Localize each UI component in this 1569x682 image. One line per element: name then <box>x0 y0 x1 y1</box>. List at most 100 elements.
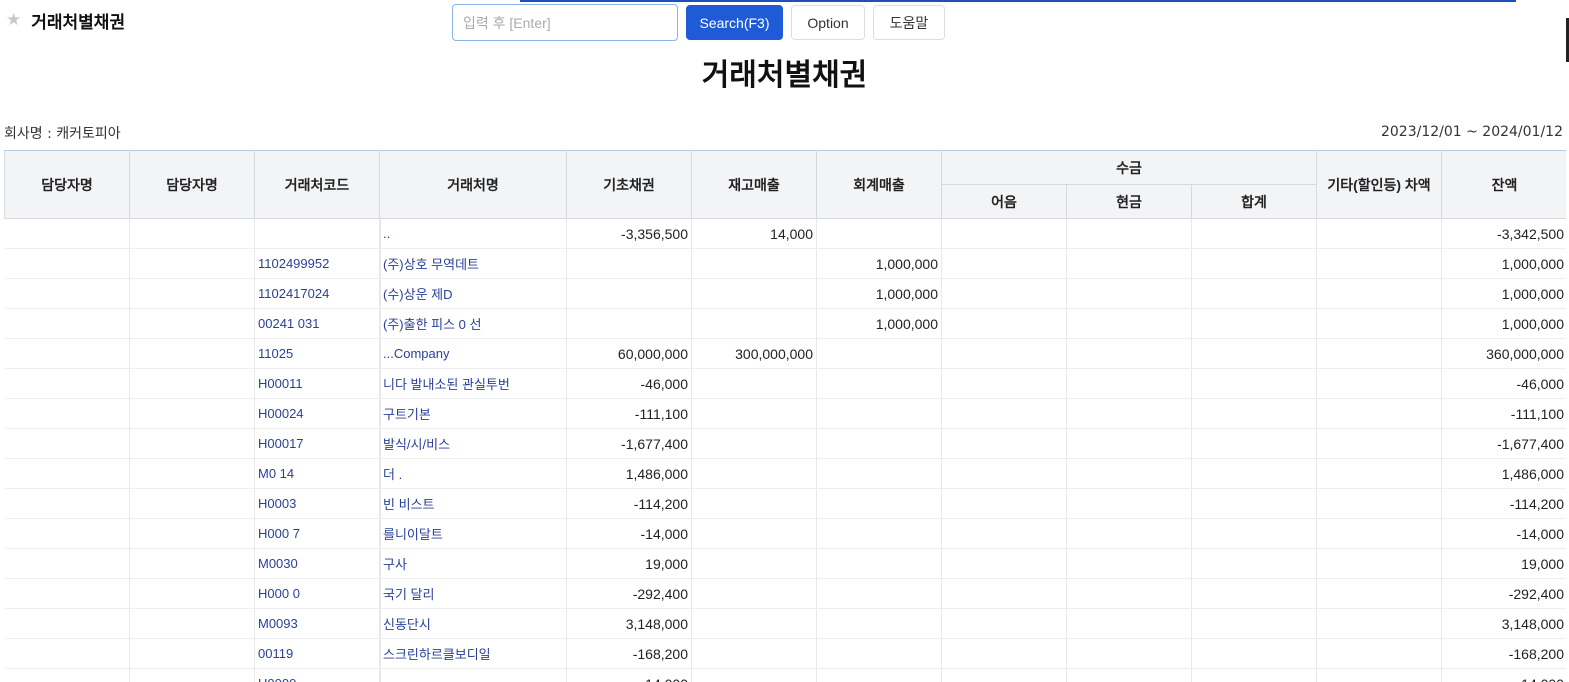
header-other-difference[interactable]: 기타(할인등) 차액 <box>1316 150 1442 219</box>
cell-client-name: (주)출한 피스 0 선 <box>379 308 567 339</box>
option-button[interactable]: Option <box>791 5 865 40</box>
favorite-star-icon[interactable]: ★ <box>6 12 21 29</box>
cell-other <box>1316 308 1442 339</box>
cell-balance: -14,000 <box>1441 518 1566 549</box>
cell-client-code: 00119 <box>254 638 380 669</box>
header-client-code[interactable]: 거래처코드 <box>254 150 380 219</box>
cell-client-name: (수)상운 제D <box>379 278 567 309</box>
header-inventory-sales[interactable]: 재고매출 <box>691 150 817 219</box>
header-cash[interactable]: 현금 <box>1066 184 1192 219</box>
cell-bill <box>941 218 1067 249</box>
cell-other <box>1316 518 1442 549</box>
cell-manager-1 <box>4 338 130 369</box>
cell-manager-1 <box>4 398 130 429</box>
table-row[interactable]: H000 0 국기 달리 -292,400 -292,400 <box>4 578 1566 609</box>
cell-bill <box>941 368 1067 399</box>
cell-manager-1 <box>4 608 130 639</box>
cell-manager-1 <box>4 278 130 309</box>
cell-total <box>1191 278 1317 309</box>
cell-balance: 1,000,000 <box>1441 308 1566 339</box>
header-client-name[interactable]: 거래처명 <box>379 150 567 219</box>
cell-opening: 60,000,000 <box>566 338 692 369</box>
cell-manager-2 <box>129 248 255 279</box>
table-row[interactable]: 1102417024 (수)상운 제D 1,000,000 1,000,000 <box>4 278 1566 309</box>
table-row[interactable]: 11025 ...Company 60,000,000 300,000,000 360,… <box>4 338 1566 369</box>
cell-manager-1 <box>4 428 130 459</box>
help-button[interactable]: 도움말 <box>873 5 945 40</box>
cell-client-name: 스크린하르클보디일 <box>379 638 567 669</box>
cell-client-code: 00241 031 <box>254 308 380 339</box>
table-row[interactable]: M0030 구사 19,000 19,000 <box>4 548 1566 579</box>
cell-balance: -1,677,400 <box>1441 428 1566 459</box>
cell-balance: -46,000 <box>1441 368 1566 399</box>
cell-cash <box>1066 608 1192 639</box>
cell-client-name: 빈 비스트 <box>379 488 567 519</box>
header-collection[interactable]: 수금 <box>941 150 1317 185</box>
cell-inventory-sales <box>691 308 817 339</box>
cell-total <box>1191 608 1317 639</box>
header-manager-1[interactable]: 담당자명 <box>4 150 130 219</box>
cell-client-code: H00011 <box>254 368 380 399</box>
table-row[interactable]: 00241 031 (주)출한 피스 0 선 1,000,000 1,000,000 <box>4 308 1566 339</box>
table-row[interactable]: H0003 빈 비스트 -114,200 -114,200 <box>4 488 1566 519</box>
cell-inventory-sales <box>691 578 817 609</box>
header-bill[interactable]: 어음 <box>941 184 1067 219</box>
table-row[interactable]: H00024 구트기본 -111,100 -111,100 <box>4 398 1566 429</box>
cell-cash <box>1066 578 1192 609</box>
table-row[interactable]: 00119 스크린하르클보디일 -168,200 -168,200 <box>4 638 1566 669</box>
table-row[interactable]: M0093 신동단시 3,148,000 3,148,000 <box>4 608 1566 639</box>
cell-client-name: 발식/시/비스 <box>379 428 567 459</box>
table-row[interactable]: H00017 발식/시/비스 -1,677,400 -1,677,400 <box>4 428 1566 459</box>
header-balance[interactable]: 잔액 <box>1441 150 1566 219</box>
cell-client-name: 구사 <box>379 548 567 579</box>
cell-manager-1 <box>4 308 130 339</box>
cell-balance: -292,400 <box>1441 578 1566 609</box>
cell-total <box>1191 248 1317 279</box>
cell-opening <box>566 248 692 279</box>
cell-cash <box>1066 248 1192 279</box>
cell-balance: 1,000,000 <box>1441 248 1566 279</box>
header-total[interactable]: 합계 <box>1191 184 1317 219</box>
cell-client-code: H00024 <box>254 398 380 429</box>
table-row[interactable]: H000 7 를니이달트 -14,000 -14,000 <box>4 518 1566 549</box>
cell-inventory-sales: 14,000 <box>691 218 817 249</box>
header-accounting-sales[interactable]: 회계매출 <box>816 150 942 219</box>
table-row[interactable]: H00011 니다 발내소된 관실투번 -46,000 -46,000 <box>4 368 1566 399</box>
cell-accounting-sales <box>816 458 942 489</box>
cell-client-code: 1102417024 <box>254 278 380 309</box>
cell-manager-2 <box>129 338 255 369</box>
cell-bill <box>941 278 1067 309</box>
table-row[interactable]: M0 14 더 . 1,486,000 1,486,000 <box>4 458 1566 489</box>
cell-other <box>1316 338 1442 369</box>
search-button[interactable]: Search(F3) <box>686 5 783 40</box>
cell-client-name: ... <box>379 668 567 682</box>
search-input[interactable] <box>452 4 678 41</box>
cell-bill <box>941 488 1067 519</box>
cell-accounting-sales <box>816 368 942 399</box>
cell-accounting-sales <box>816 398 942 429</box>
table-row[interactable]: 1102499952 (주)상호 무역데트 1,000,000 1,000,000 <box>4 248 1566 279</box>
cell-bill <box>941 248 1067 279</box>
cell-cash <box>1066 398 1192 429</box>
cell-accounting-sales: 1,000,000 <box>816 278 942 309</box>
title-bar: ★ 거래처별채권 <box>6 8 125 34</box>
header-opening-receivable[interactable]: 기초채권 <box>566 150 692 219</box>
cell-other <box>1316 608 1442 639</box>
table-row[interactable]: .. -3,356,500 14,000 -3,342,500 <box>4 218 1566 249</box>
cell-manager-1 <box>4 518 130 549</box>
cell-client-code: M0030 <box>254 548 380 579</box>
cell-other <box>1316 638 1442 669</box>
cell-accounting-sales <box>816 338 942 369</box>
top-accent-line <box>520 0 1516 2</box>
cell-client-code: M0 14 <box>254 458 380 489</box>
cell-inventory-sales <box>691 458 817 489</box>
cell-opening: 14,000 <box>566 668 692 682</box>
cell-total <box>1191 488 1317 519</box>
cell-manager-2 <box>129 458 255 489</box>
cell-manager-1 <box>4 668 130 682</box>
cell-manager-2 <box>129 578 255 609</box>
table-row[interactable]: H0000...14,00014,000 <box>4 668 1566 682</box>
cell-opening: -111,100 <box>566 398 692 429</box>
header-manager-2[interactable]: 담당자명 <box>129 150 255 219</box>
cell-inventory-sales <box>691 368 817 399</box>
